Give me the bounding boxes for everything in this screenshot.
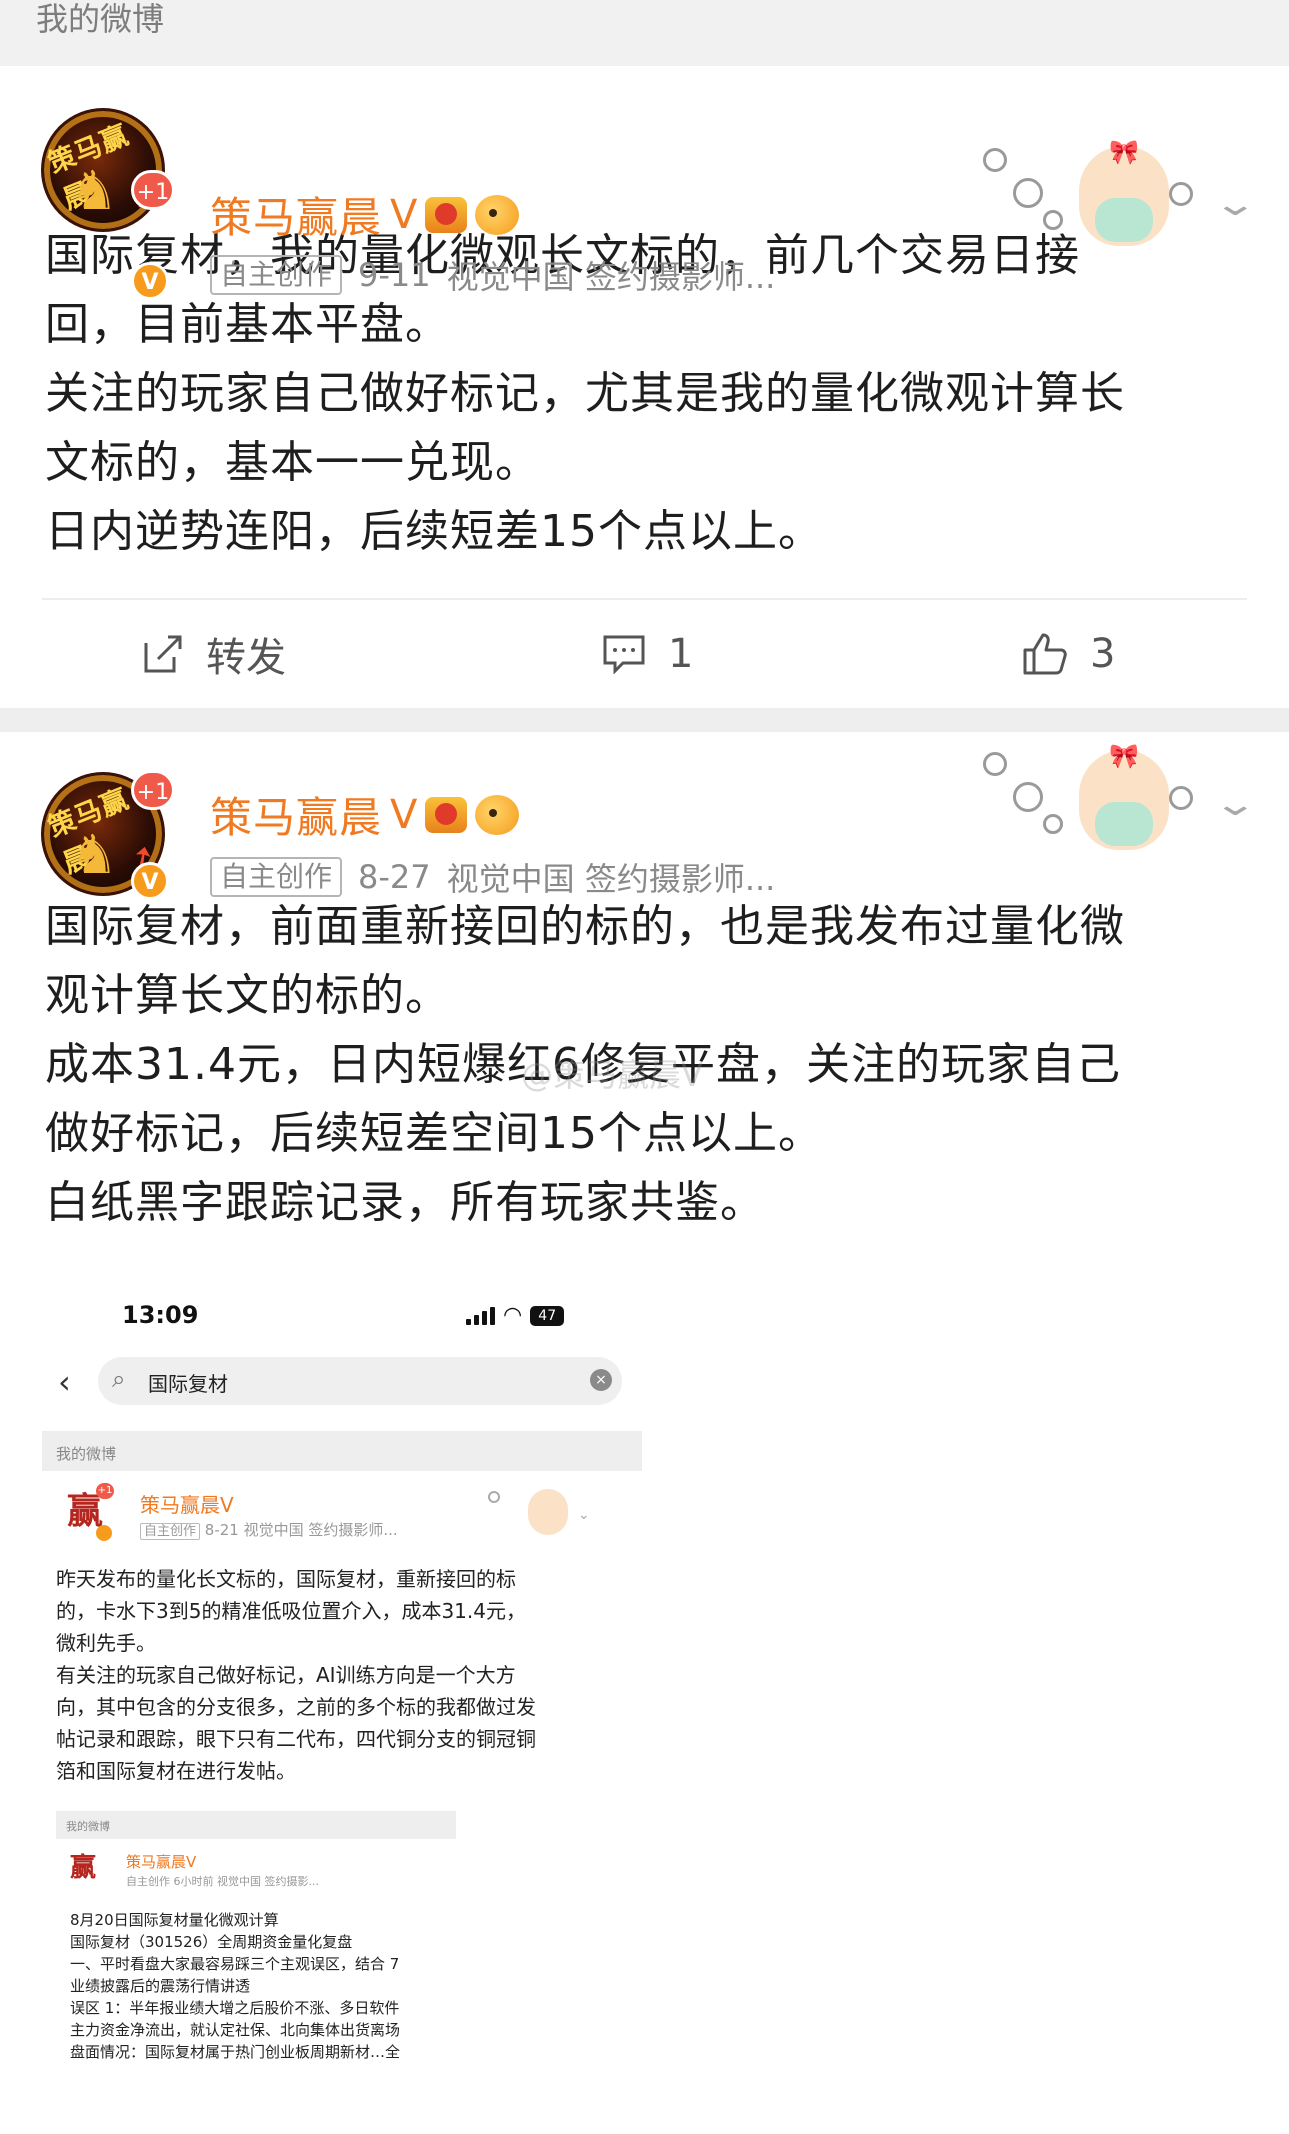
mini-plus-badge: +1 — [96, 1483, 114, 1499]
search-query: 国际复材 — [148, 1372, 228, 1396]
post-line: 关注的玩家自己做好标记，尤其是我的量化微观计算长 — [45, 368, 1125, 419]
mini-line: 微利先手。 — [56, 1631, 156, 1655]
post-meta: 自主创作 9-11 视觉中国 签约摄影师... — [210, 252, 775, 298]
mini-decoration: ⌄ — [482, 1485, 592, 1541]
chevron-down-icon[interactable]: ⌄ — [1212, 784, 1258, 824]
repost-button[interactable]: 转发 — [142, 625, 286, 683]
attached-screenshot[interactable]: 13:09 ◠ 47 ‹ ⌕ 国际复材 × 我的微博 赢 +1 策马赢晨V 自主… — [42, 1301, 642, 2071]
plus-badge: +1 — [131, 770, 175, 810]
fish-badge-icon[interactable] — [475, 194, 520, 235]
mini-line: 箔和国际复材在进行发帖。 — [56, 1759, 296, 1783]
nested-line: 国际复材（301526）全周期资金量化复盘 — [70, 1933, 353, 1951]
mini-user-name: 策马赢晨V — [140, 1493, 234, 1517]
like-count: 3 — [1090, 631, 1116, 677]
mini-meta-text: 8-21 视觉中国 签约摄影师... — [204, 1521, 398, 1539]
search-row: ‹ ⌕ 国际复材 × — [42, 1357, 642, 1409]
fish-badge-icon[interactable] — [475, 794, 520, 835]
nested-line: 误区 1：半年报业绩大增之后股价不涨、多日软件 — [70, 1999, 400, 2017]
plus-badge: +1 — [131, 170, 175, 210]
post-line: 白纸黑字跟踪记录，所有玩家共鉴。 — [45, 1177, 765, 1228]
section-header: 我的微博 — [0, 0, 1289, 66]
original-tag: 自主创作 — [210, 255, 343, 295]
mini-line: 向，其中包含的分支很多，之前的多个标的我都做过发 — [56, 1695, 536, 1719]
mini-meta: 自主创作 8-21 视觉中国 签约摄影师... — [140, 1519, 398, 1540]
back-arrow-icon: ‹ — [58, 1363, 71, 1401]
card-decoration: 🎀 — [969, 742, 1199, 862]
mini-line: 有关注的玩家自己做好标记，AI训练方向是一个大方 — [56, 1663, 516, 1687]
user-name[interactable]: 策马赢晨 — [210, 184, 382, 245]
nested-screenshot: 我的微博 赢 策马赢晨V 自主创作 6小时前 视觉中国 签约摄影... 8月20… — [56, 1811, 456, 2071]
chevron-down-icon[interactable]: ⌄ — [1212, 184, 1258, 224]
status-icons: ◠ 47 — [466, 1303, 565, 1328]
post-date: 9-11 — [358, 256, 431, 294]
vip-mark: V — [390, 191, 418, 238]
original-tag: 自主创作 — [210, 857, 343, 897]
battery-icon: 47 — [530, 1305, 565, 1326]
status-time: 13:09 — [122, 1301, 199, 1329]
comment-icon — [603, 635, 645, 674]
post-header: 策马赢晨 ♞ ➚ +1 V 策马赢晨 V 自主创作 9-11 视觉中国 签约摄影… — [0, 66, 1289, 300]
weibo-page: 我的微博 策马赢晨 ♞ ➚ +1 V 策马赢晨 V 自主创作 9-11 视觉中国… — [0, 0, 1289, 2134]
verified-badge-icon: V — [131, 262, 169, 300]
nested-line: 盘面情况：国际复材属于热门创业板周期新材…全 — [70, 2043, 401, 2061]
weibo-post[interactable]: 策马赢晨 ♞ ➚ +1 V 策马赢晨 V 自主创作 8-27 视觉中国 签约摄影… — [0, 732, 1289, 2071]
nested-line: 主力资金净流出，就认定社保、北向集体出货离场 — [70, 2021, 401, 2039]
nested-avatar: 赢 — [70, 1853, 97, 1883]
nested-meta: 自主创作 6小时前 视觉中国 签约摄影... — [126, 1875, 319, 1888]
card-decoration: 🎀 — [969, 138, 1199, 258]
comment-count: 1 — [668, 631, 694, 677]
wifi-icon: ◠ — [503, 1303, 523, 1328]
search-icon: ⌕ — [112, 1365, 126, 1393]
search-box: ⌕ 国际复材 × — [98, 1357, 622, 1405]
repost-icon — [144, 635, 182, 673]
mini-line: 昨天发布的量化长文标的，国际复材，重新接回的标 — [56, 1567, 516, 1591]
watermark: @策马赢晨V — [521, 1056, 703, 1094]
nested-section-header: 我的微博 — [56, 1811, 456, 1839]
signal-icon — [466, 1306, 495, 1325]
crown-icon[interactable] — [425, 795, 468, 835]
verified-badge-icon: V — [131, 862, 169, 900]
mini-post-header: 赢 +1 策马赢晨V 自主创作 8-21 视觉中国 签约摄影师... ⌄ — [42, 1481, 642, 1551]
repost-label: 转发 — [206, 635, 286, 681]
name-row: 策马赢晨 V — [210, 784, 520, 845]
post-date: 8-27 — [358, 858, 431, 896]
horse-icon: ♞ — [70, 159, 119, 222]
nested-content: 8月20日国际复材量化微观计算 国际复材（301526）全周期资金量化复盘 一、… — [70, 1909, 456, 2063]
thumbs-up-icon — [1023, 633, 1067, 675]
mini-line: 帖记录和跟踪，眼下只有二代布，四代铜分支的铜冠铜 — [56, 1727, 536, 1751]
like-button[interactable]: 3 — [1022, 631, 1115, 677]
comment-button[interactable]: 1 — [602, 631, 693, 677]
post-meta: 自主创作 8-27 视觉中国 签约摄影师... — [210, 854, 775, 900]
weibo-post[interactable]: 策马赢晨 ♞ ➚ +1 V 策马赢晨 V 自主创作 9-11 视觉中国 签约摄影… — [0, 66, 1289, 708]
action-bar: 转发 1 3 — [42, 598, 1247, 708]
clear-icon: × — [590, 1369, 612, 1391]
post-line: 文标的，基本一一兑现。 — [45, 437, 540, 488]
post-source: 视觉中国 签约摄影师... — [446, 860, 776, 898]
crown-icon[interactable] — [425, 195, 468, 235]
horse-icon: ♞ — [70, 823, 119, 886]
post-divider — [0, 708, 1289, 732]
mini-verified-icon — [96, 1525, 112, 1541]
mini-post-content: 昨天发布的量化长文标的，国际复材，重新接回的标 的，卡水下3到5的精准低吸位置介… — [56, 1563, 636, 1787]
mini-section-header: 我的微博 — [42, 1431, 642, 1471]
name-row: 策马赢晨 V — [210, 184, 520, 245]
post-line: 日内逆势连阳，后续短差15个点以上。 — [45, 506, 823, 557]
nested-user-name: 策马赢晨V — [126, 1853, 197, 1871]
mini-tag: 自主创作 — [140, 1523, 201, 1540]
post-line: 国际复材，前面重新接回的标的，也是我发布过量化微 — [45, 901, 1125, 952]
user-name[interactable]: 策马赢晨 — [210, 784, 382, 845]
nested-line: 一、平时看盘大家最容易踩三个主观误区，结合 7 — [70, 1955, 400, 1973]
post-line: 回，目前基本平盘。 — [45, 299, 450, 350]
nested-line: 8月20日国际复材量化微观计算 — [70, 1911, 279, 1929]
post-source: 视觉中国 签约摄影师... — [446, 258, 776, 296]
nested-line: 业绩披露后的震荡行情讲透 — [70, 1977, 251, 1995]
post-line: 做好标记，后续短差空间15个点以上。 — [45, 1108, 823, 1159]
mini-line: 的，卡水下3到5的精准低吸位置介入，成本31.4元， — [56, 1599, 526, 1623]
post-header: 策马赢晨 ♞ ➚ +1 V 策马赢晨 V 自主创作 8-27 视觉中国 签约摄影… — [0, 732, 1289, 900]
post-line: 观计算长文的标的。 — [45, 970, 450, 1021]
vip-mark: V — [390, 791, 418, 838]
